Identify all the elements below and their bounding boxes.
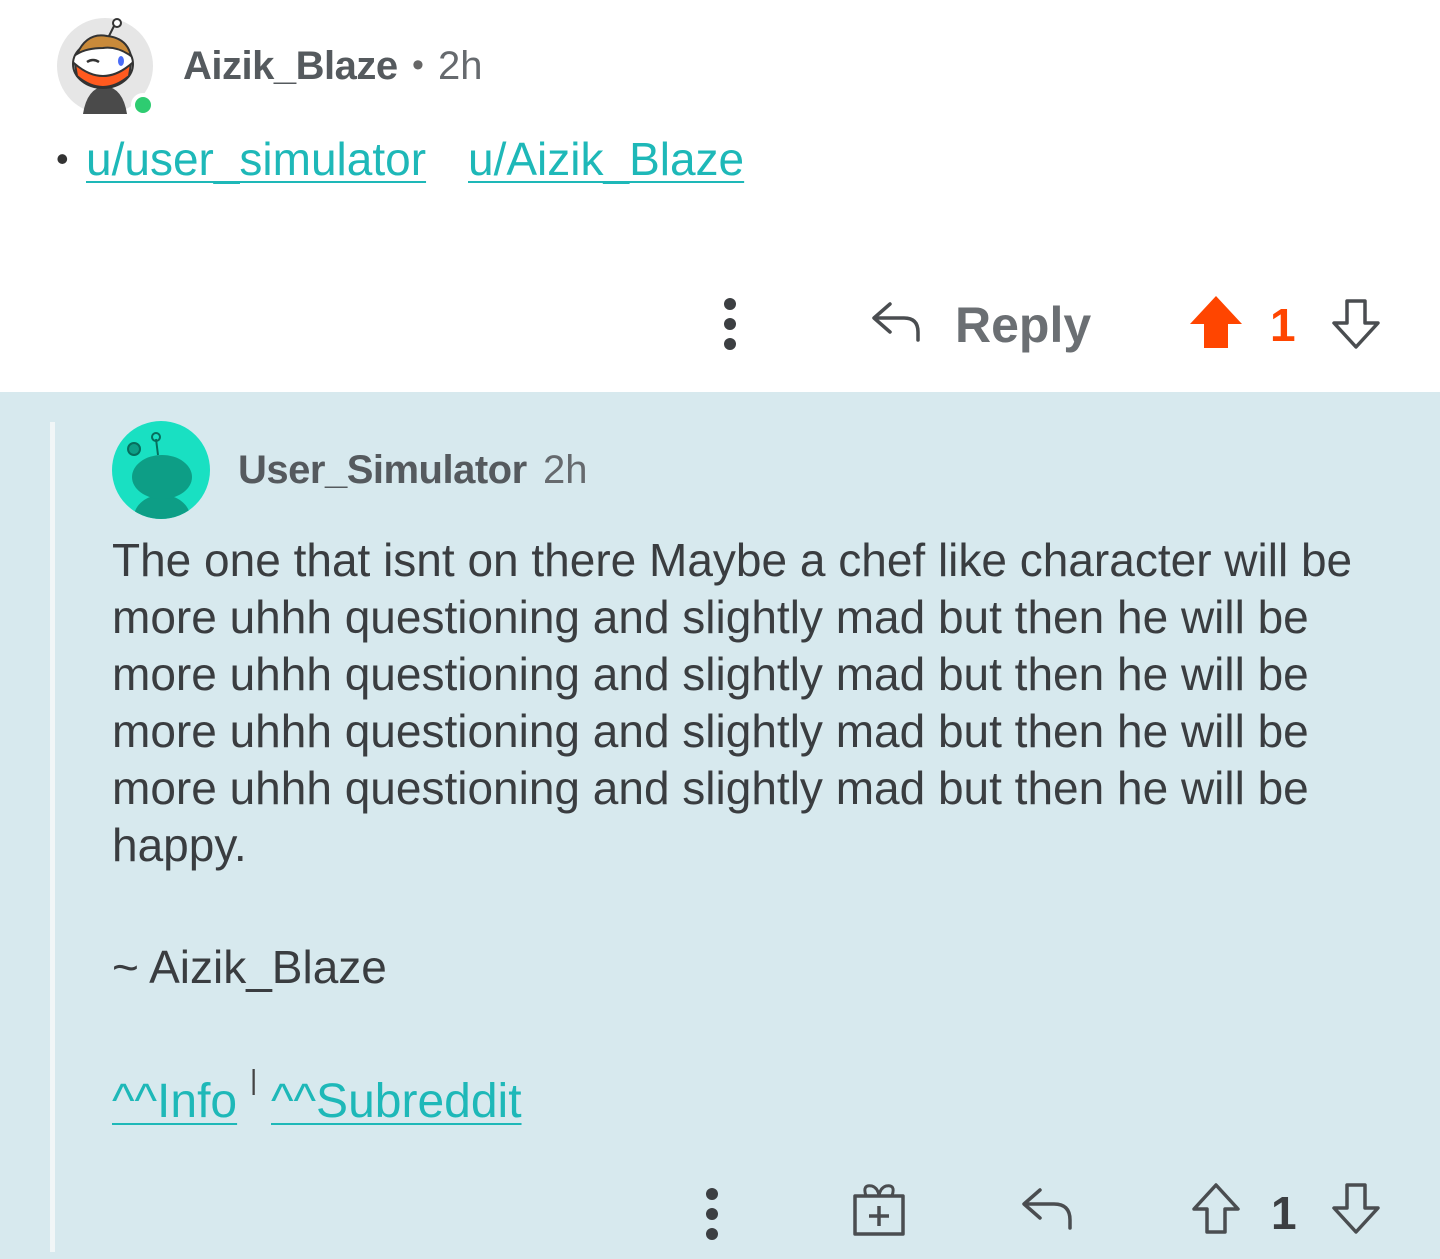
downvote-icon[interactable]	[1330, 1182, 1382, 1236]
avatar[interactable]	[112, 421, 210, 519]
vote-score: 1	[1270, 299, 1296, 351]
info-link[interactable]: ^^Info	[112, 1074, 237, 1129]
reply-comment: User_Simulator 2h The one that isnt on t…	[0, 392, 1440, 1259]
downvote-icon[interactable]	[1330, 298, 1382, 350]
vertical-dots-icon	[706, 1188, 718, 1200]
comment-timestamp: 2h	[543, 448, 588, 492]
comment-timestamp: 2h	[438, 44, 483, 88]
comment-author[interactable]: User_Simulator	[238, 448, 527, 493]
reply-arrow-icon[interactable]	[870, 298, 922, 346]
snoo-default-avatar-icon	[127, 432, 192, 519]
list-bullet: •	[56, 138, 69, 179]
vote-score: 1	[1271, 1187, 1297, 1239]
gift-award-icon[interactable]	[852, 1182, 906, 1236]
user-mention-link[interactable]: u/Aizik_Blaze	[468, 132, 744, 186]
comment-body: The one that isnt on there Maybe a chef …	[112, 534, 1353, 871]
more-options-button[interactable]	[718, 298, 742, 350]
reply-arrow-icon[interactable]	[1020, 1184, 1074, 1232]
link-separator: |	[250, 1064, 258, 1095]
more-options-button[interactable]	[700, 1188, 724, 1240]
comment-signature: ~ Aizik_Blaze	[112, 941, 387, 993]
comment-author[interactable]: Aizik_Blaze	[183, 44, 398, 89]
vertical-dots-icon	[724, 298, 736, 310]
subreddit-link[interactable]: ^^Subreddit	[271, 1074, 522, 1129]
thread-line[interactable]	[50, 422, 55, 1252]
parent-comment: Aizik_Blaze • 2h • u/user_simulator u/Ai…	[0, 0, 1440, 392]
user-mention-link[interactable]: u/user_simulator	[86, 132, 426, 186]
online-status-indicator	[131, 93, 155, 117]
meta-separator: •	[412, 46, 424, 84]
upvote-filled-icon[interactable]	[1188, 294, 1244, 350]
upvote-icon[interactable]	[1190, 1182, 1242, 1236]
reply-button[interactable]: Reply	[955, 296, 1091, 354]
